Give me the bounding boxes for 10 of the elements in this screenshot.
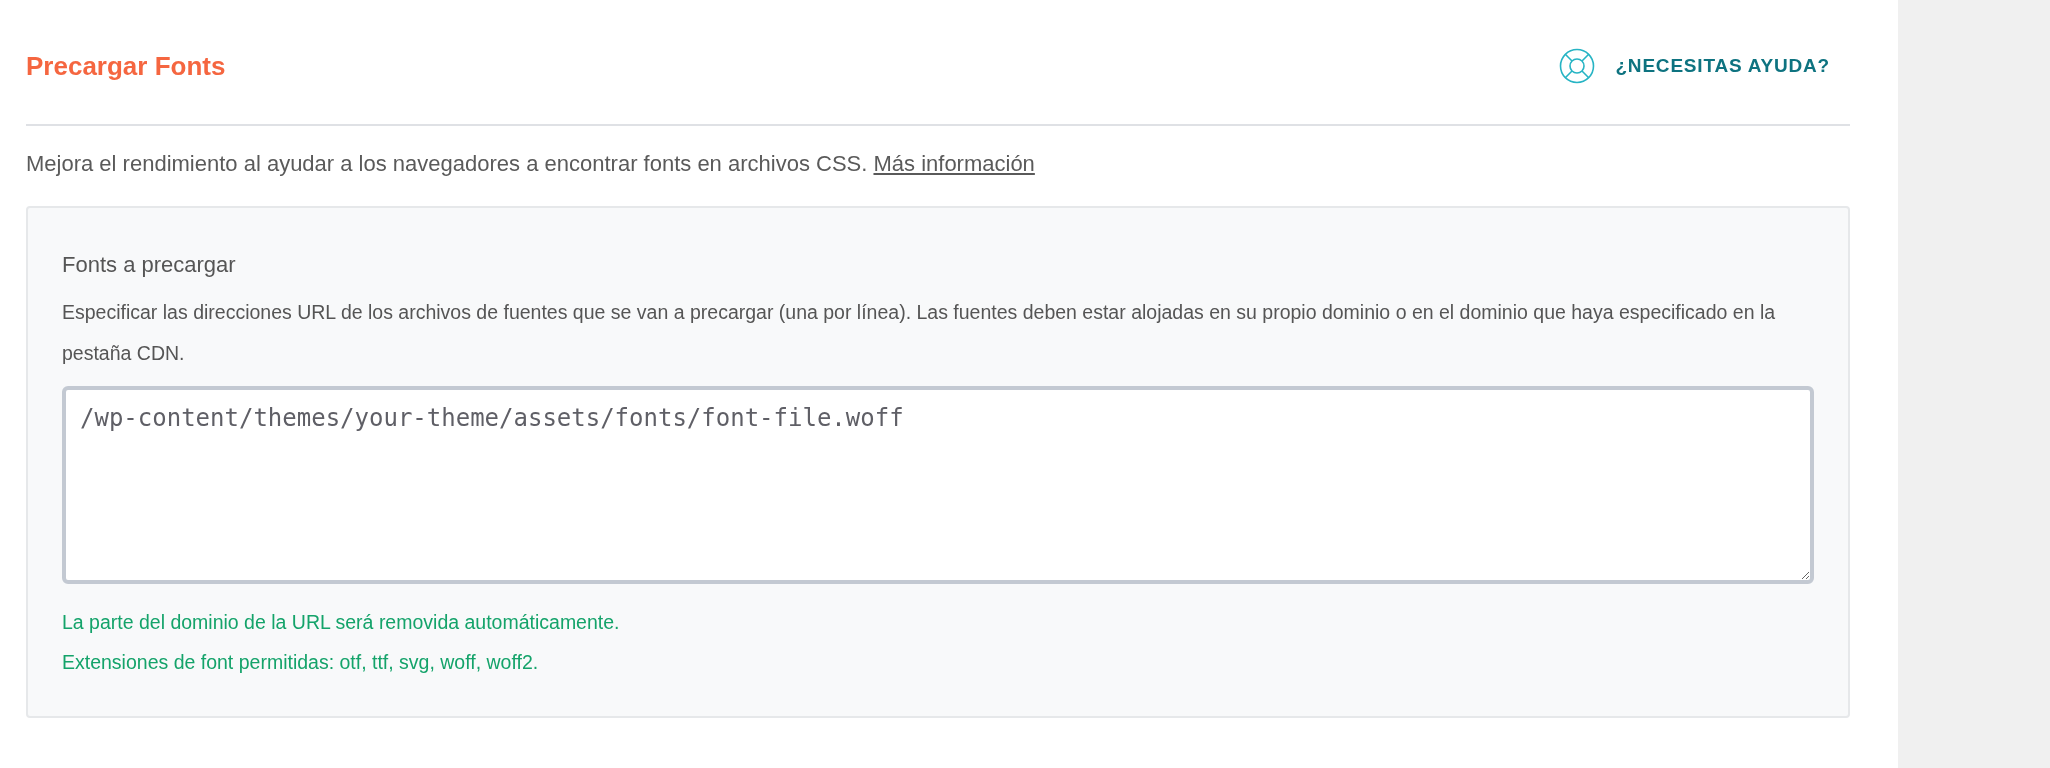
field-label: Fonts a precargar (62, 252, 237, 278)
field-note: Extensiones de font permitidas: otf, ttf, svg, woff, woff2. (62, 650, 540, 675)
section-title: Precargar Fonts (26, 50, 226, 82)
help-link[interactable]: ¿NECESITAS AYUDA? (1559, 48, 1830, 84)
more-info-link[interactable]: Más información (873, 151, 1035, 176)
field-note: La parte del dominio de la URL será removida automáticamente. (62, 610, 621, 635)
lifebuoy-icon (1559, 48, 1596, 84)
fonts-textarea[interactable]: /wp-content/themes/your-theme/assets/fonts/font-file.woff (62, 386, 1814, 584)
section-description: Mejora el rendimiento al ayudar a los navegadores a encontrar fonts en archivos CSS. Más información (26, 150, 1036, 178)
field-description: Especificar las direcciones URL de los archivos de fuentes que se van a precargar (una por línea). Las fuentes deben estar alojadas en su propio dominio o en el dominio que haya especificado en la pestaña CDN. (62, 300, 1777, 366)
